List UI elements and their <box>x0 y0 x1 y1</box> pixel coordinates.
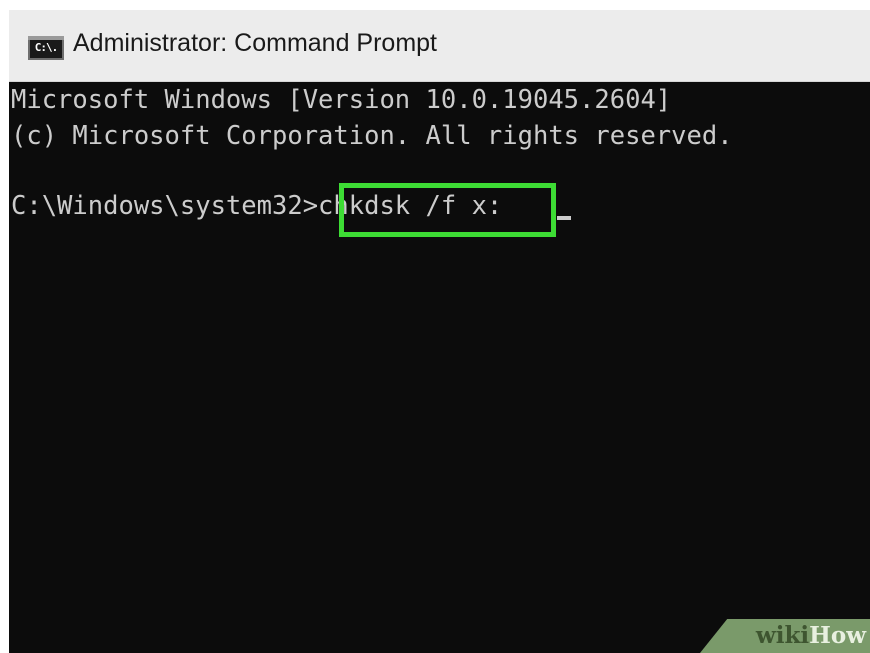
console-line: Microsoft Windows [Version 10.0.19045.26… <box>11 85 672 115</box>
wikihow-watermark: wikiHow <box>700 619 870 653</box>
title-bar[interactable]: C:\. Administrator: Command Prompt <box>9 10 870 82</box>
command-line[interactable]: C:\Windows\system32>chkdsk /f x: <box>11 189 502 223</box>
command-prompt-window[interactable]: C:\. Administrator: Command Prompt Micro… <box>9 10 870 653</box>
console-output[interactable]: Microsoft Windows [Version 10.0.19045.26… <box>11 82 870 653</box>
console-line: (c) Microsoft Corporation. All rights re… <box>11 121 733 151</box>
watermark-wiki: wiki <box>755 622 810 649</box>
watermark-how: How <box>809 622 866 649</box>
cmd-icon: C:\. <box>28 36 64 60</box>
text-cursor <box>557 216 571 220</box>
window-title: Administrator: Command Prompt <box>73 29 438 57</box>
screenshot-frame: C:\. Administrator: Command Prompt Micro… <box>0 0 870 653</box>
